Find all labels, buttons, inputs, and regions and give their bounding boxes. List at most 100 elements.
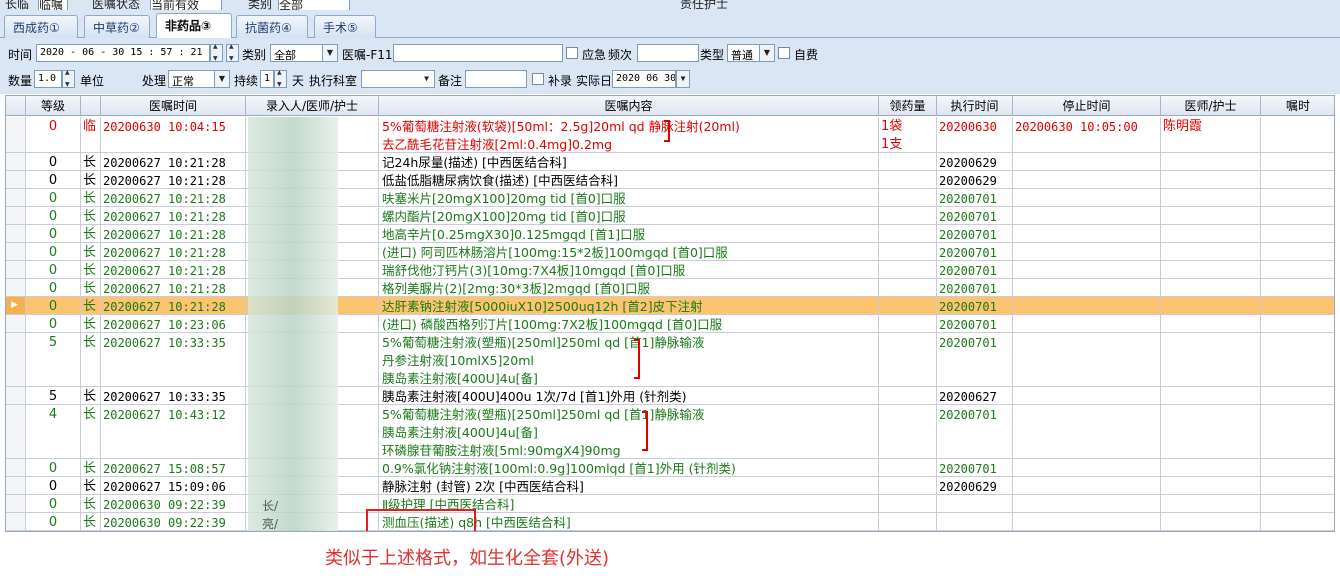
handle-select[interactable]: 正常 ▼ <box>168 70 230 88</box>
category-select[interactable]: 全部 ▼ <box>270 44 338 62</box>
tab-0[interactable]: 西成药① <box>4 15 78 38</box>
exec-dept-label: 执行科室 <box>309 74 358 88</box>
tab-4[interactable]: 手术⑤ <box>314 15 376 38</box>
column-header[interactable]: 医嘱时间 <box>101 96 246 116</box>
cell-content: 地高辛片[0.25mgX30]0.125mgqd [首1]口服 <box>379 225 879 242</box>
cell-quantity <box>879 387 937 404</box>
cell-order-type: 临 <box>81 117 101 152</box>
supplement-checkbox[interactable] <box>532 73 544 85</box>
row-indicator[interactable] <box>6 207 26 224</box>
cell-content: 达肝素钠注射液[5000iuX10]2500uq12h [首2]皮下注射 <box>379 297 879 314</box>
column-header[interactable]: 等级 <box>26 96 81 116</box>
cell-doctor: 陈明霞 <box>1161 117 1261 152</box>
row-indicator[interactable] <box>6 459 26 476</box>
row-indicator[interactable] <box>6 513 26 530</box>
row-indicator[interactable] <box>6 279 26 296</box>
table-row[interactable]: 0 长 20200627 10:21:28 瑞舒伐他汀钙片(3)[10mg:7X4板]… <box>6 261 1334 279</box>
cell-exec-time: 20200701 <box>937 225 1013 242</box>
table-row[interactable]: 0 长 20200627 10:21:28 呋塞米片[20mgX100]20mg ti… <box>6 189 1334 207</box>
row-indicator[interactable] <box>6 495 26 512</box>
quantity-input[interactable]: 1.0 <box>34 70 62 88</box>
cell-order-time: 20200627 10:43:12 <box>101 405 246 458</box>
actual-day-dropdown[interactable]: ▼ <box>676 70 690 88</box>
time-input[interactable]: 2020 - 06 - 30 15 : 57 : 21 <box>36 44 210 62</box>
type-label: 类型 <box>700 48 725 62</box>
urgent-checkbox[interactable] <box>566 47 578 59</box>
cell-order-hour <box>1261 477 1334 494</box>
row-indicator[interactable] <box>6 315 26 332</box>
table-row[interactable]: 0 临 20200630 10:04:15 5%葡萄糖注射液(软袋)[50ml：2.5… <box>6 117 1334 153</box>
cell-level: 0 <box>26 189 81 206</box>
selfpay-checkbox[interactable] <box>778 47 790 59</box>
row-indicator[interactable] <box>6 405 26 458</box>
frequency-input[interactable] <box>637 44 699 62</box>
cell-content: 0.9%氯化钠注射液[100ml:0.9g]100mlqd [首1]外用 (针剂… <box>379 459 879 476</box>
column-header[interactable]: 医师/护士 <box>1161 96 1261 116</box>
table-row[interactable]: 0 长 20200627 10:23:06 (进口) 磷酸西格列汀片[100mg:7X… <box>6 315 1334 333</box>
table-row[interactable]: 0 长 20200627 10:21:28 格列美脲片(2)[2mg:30*3板]2m… <box>6 279 1334 297</box>
table-row[interactable]: 0 长 20200627 10:21:28 低盐低脂糖尿病饮食(描述) [中西医结合科… <box>6 171 1334 189</box>
cell-order-type: 长 <box>81 207 101 224</box>
row-indicator[interactable] <box>6 153 26 170</box>
column-header[interactable]: 医嘱内容 <box>379 96 879 116</box>
top-strip-select[interactable]: 临嘱 <box>38 0 68 10</box>
cell-order-type: 长 <box>81 333 101 386</box>
table-row[interactable]: 0 长 20200627 15:08:57 0.9%氯化钠注射液[100ml:0.9g… <box>6 459 1334 477</box>
quantity-line: 1袋 <box>881 119 903 134</box>
row-indicator[interactable] <box>6 261 26 278</box>
content-line: 记24h尿量(描述) [中西医结合科] <box>382 155 567 170</box>
column-header-type[interactable] <box>81 96 101 116</box>
actual-day-label: 实际日 <box>576 74 613 88</box>
table-row[interactable]: 5 长 20200627 10:33:35 5%葡萄糖注射液(塑瓶)[250ml]25… <box>6 333 1334 387</box>
top-strip-select[interactable]: 当前有效 <box>150 0 222 10</box>
row-indicator[interactable] <box>6 333 26 386</box>
cell-doctor <box>1161 189 1261 206</box>
row-indicator[interactable] <box>6 225 26 242</box>
continue-input[interactable]: 1 <box>260 70 274 88</box>
cell-quantity <box>879 477 937 494</box>
table-row[interactable]: 5 长 20200627 10:33:35 胰岛素注射液[400U]400u 1次/7… <box>6 387 1334 405</box>
cell-doctor <box>1161 261 1261 278</box>
column-header[interactable]: 嘱时 <box>1261 96 1334 116</box>
table-row[interactable]: 4 长 20200627 10:43:12 5%葡萄糖注射液(塑瓶)[250ml]25… <box>6 405 1334 459</box>
cell-stop-time <box>1013 513 1161 530</box>
table-row[interactable]: 0 长 20200627 10:21:28 记24h尿量(描述) [中西医结合科] 20… <box>6 153 1334 171</box>
column-header[interactable]: 录入人/医师/护士 <box>246 96 379 116</box>
time-spinner[interactable] <box>210 43 223 62</box>
cell-doctor <box>1161 153 1261 170</box>
cell-order-hour <box>1261 153 1334 170</box>
time-spinner-2[interactable] <box>226 43 239 62</box>
quantity-spinner[interactable] <box>62 69 75 88</box>
top-strip-select[interactable]: 全部 <box>278 0 350 10</box>
exec-dept-select[interactable]: ▼ <box>361 70 435 88</box>
row-indicator[interactable] <box>6 117 26 152</box>
cell-order-time: 20200627 10:33:35 <box>101 387 246 404</box>
continue-spinner[interactable] <box>274 69 287 88</box>
cell-quantity <box>879 153 937 170</box>
table-row[interactable]: 0 长 20200630 09:22:39 测血压(描述) q8h [中西医结合科] <box>6 513 1334 531</box>
table-row[interactable]: 0 长 20200630 09:22:39 Ⅱ级护理 [中西医结合科] <box>6 495 1334 513</box>
row-indicator[interactable] <box>6 171 26 188</box>
tab-3[interactable]: 抗菌药④ <box>236 15 308 38</box>
type-select[interactable]: 普通 ▼ <box>727 44 775 62</box>
row-indicator[interactable] <box>6 477 26 494</box>
row-indicator[interactable] <box>6 243 26 260</box>
column-header[interactable]: 领药量 <box>879 96 937 116</box>
table-row[interactable]: 0 长 20200627 10:21:28 (进口) 阿司匹林肠溶片[100mg:15… <box>6 243 1334 261</box>
cell-exec-time: 20200701 <box>937 297 1013 314</box>
column-header[interactable]: 停止时间 <box>1013 96 1161 116</box>
remark-input[interactable] <box>465 70 527 88</box>
tab-2[interactable]: 非药品③ <box>156 13 232 39</box>
order-input[interactable] <box>393 44 563 62</box>
table-row[interactable]: 0 长 20200627 10:21:28 地高辛片[0.25mgX30]0.125m… <box>6 225 1334 243</box>
table-row[interactable]: 0长20200627 10:21:28 达肝素钠注射液[5000iuX10]250… <box>6 297 1334 315</box>
annotation-bracket <box>634 339 640 379</box>
table-row[interactable]: 0 长 20200627 15:09:06 静脉注射 (封管) 2次 [中西医结合科]… <box>6 477 1334 495</box>
tab-1[interactable]: 中草药② <box>84 15 150 38</box>
table-row[interactable]: 0 长 20200627 10:21:28 螺内酯片[20mgX100]20mg ti… <box>6 207 1334 225</box>
column-header[interactable]: 执行时间 <box>937 96 1013 116</box>
actual-day-input[interactable]: 2020 06 30 <box>612 70 676 88</box>
row-indicator[interactable] <box>6 189 26 206</box>
row-selected-indicator[interactable] <box>6 297 26 314</box>
row-indicator[interactable] <box>6 387 26 404</box>
